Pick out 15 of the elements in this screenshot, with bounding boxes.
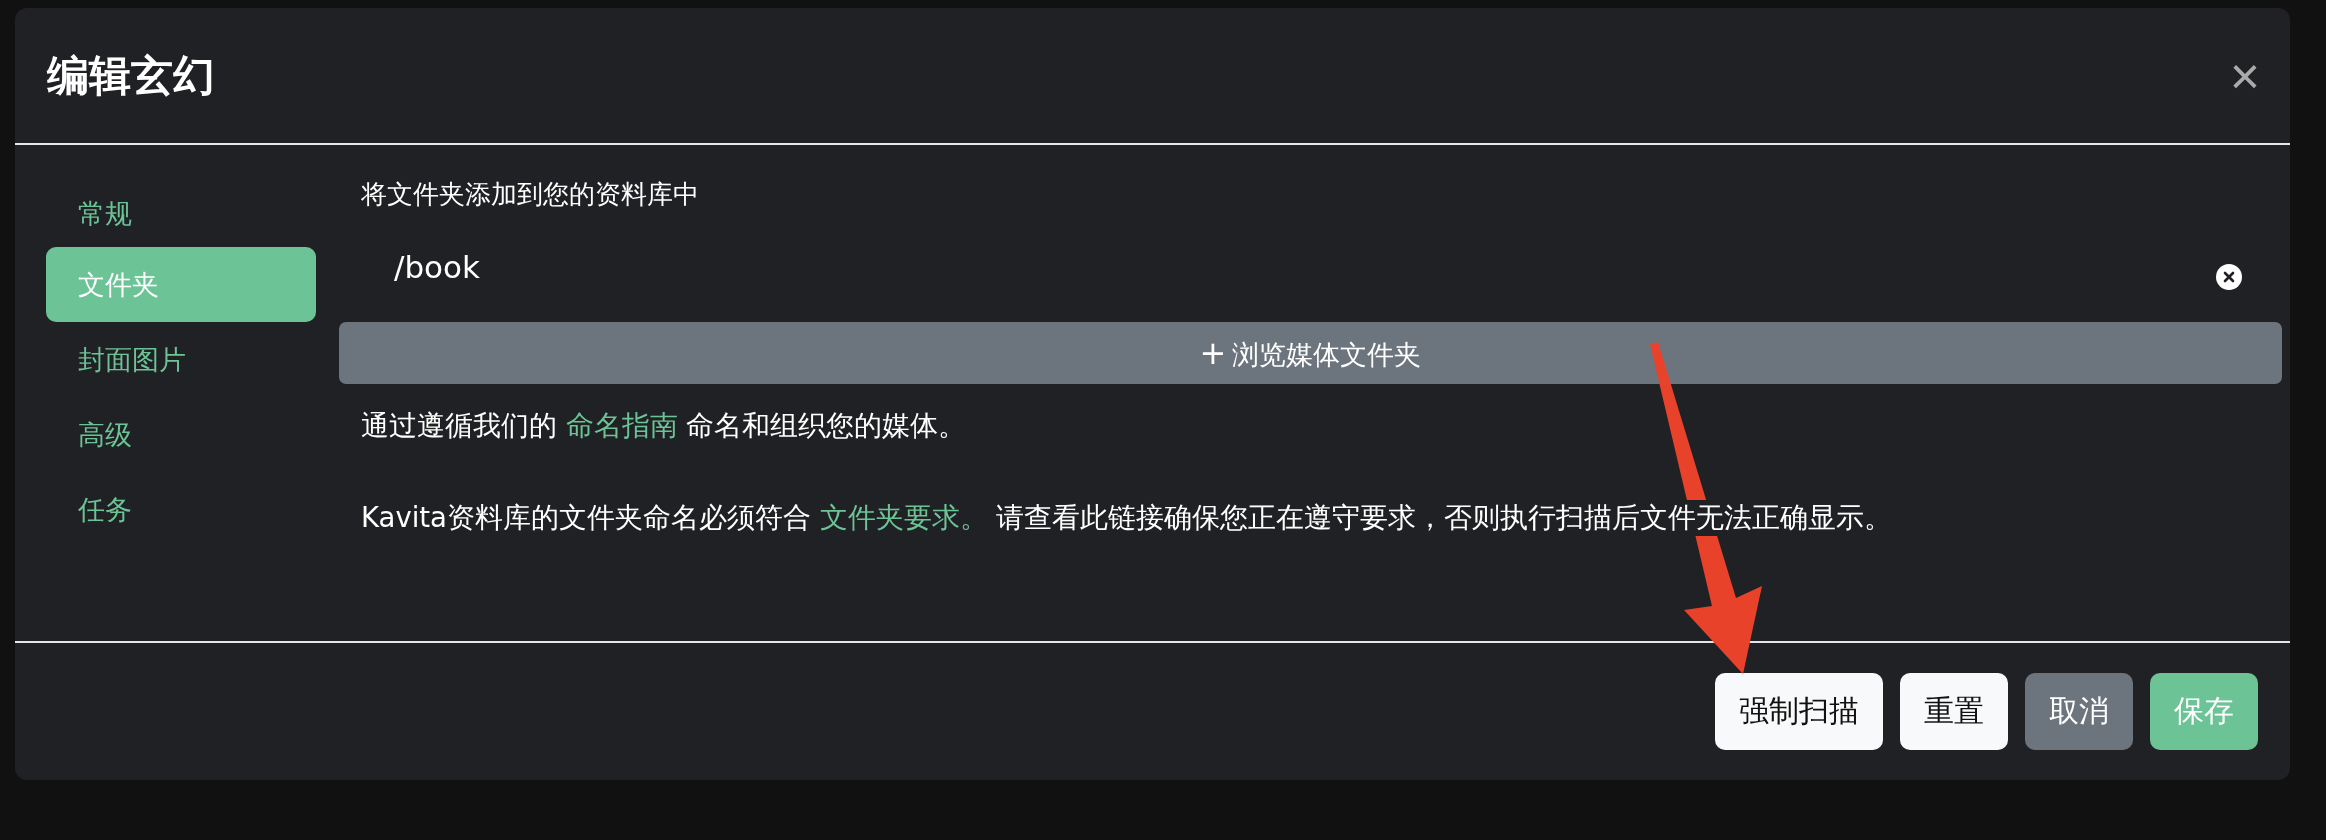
clear-icon[interactable] [2216, 264, 2242, 290]
cancel-button[interactable]: 取消 [2025, 673, 2133, 750]
help-link[interactable]: 文件夹要求。 [819, 501, 988, 533]
sidebar-item[interactable]: 高级 [46, 397, 316, 472]
action-button[interactable]: 重置 [1900, 673, 2008, 750]
dialog-title: 编辑玄幻 [47, 49, 215, 102]
sidebar-item[interactable]: 封面图片 [46, 322, 316, 397]
action-button[interactable]: 强制扫描 [1715, 673, 1883, 750]
folder-path-field[interactable]: /book [394, 249, 480, 285]
help-link[interactable]: 命名指南 [565, 409, 678, 441]
section-label: 将文件夹添加到您的资料库中 [361, 178, 700, 211]
sidebar-item[interactable]: 任务 [46, 472, 316, 547]
sidebar-item[interactable]: 常规 [46, 181, 316, 247]
browse-folder-button[interactable]: + 浏览媒体文件夹 [339, 322, 2282, 384]
close-button[interactable]: × [2229, 49, 2260, 102]
